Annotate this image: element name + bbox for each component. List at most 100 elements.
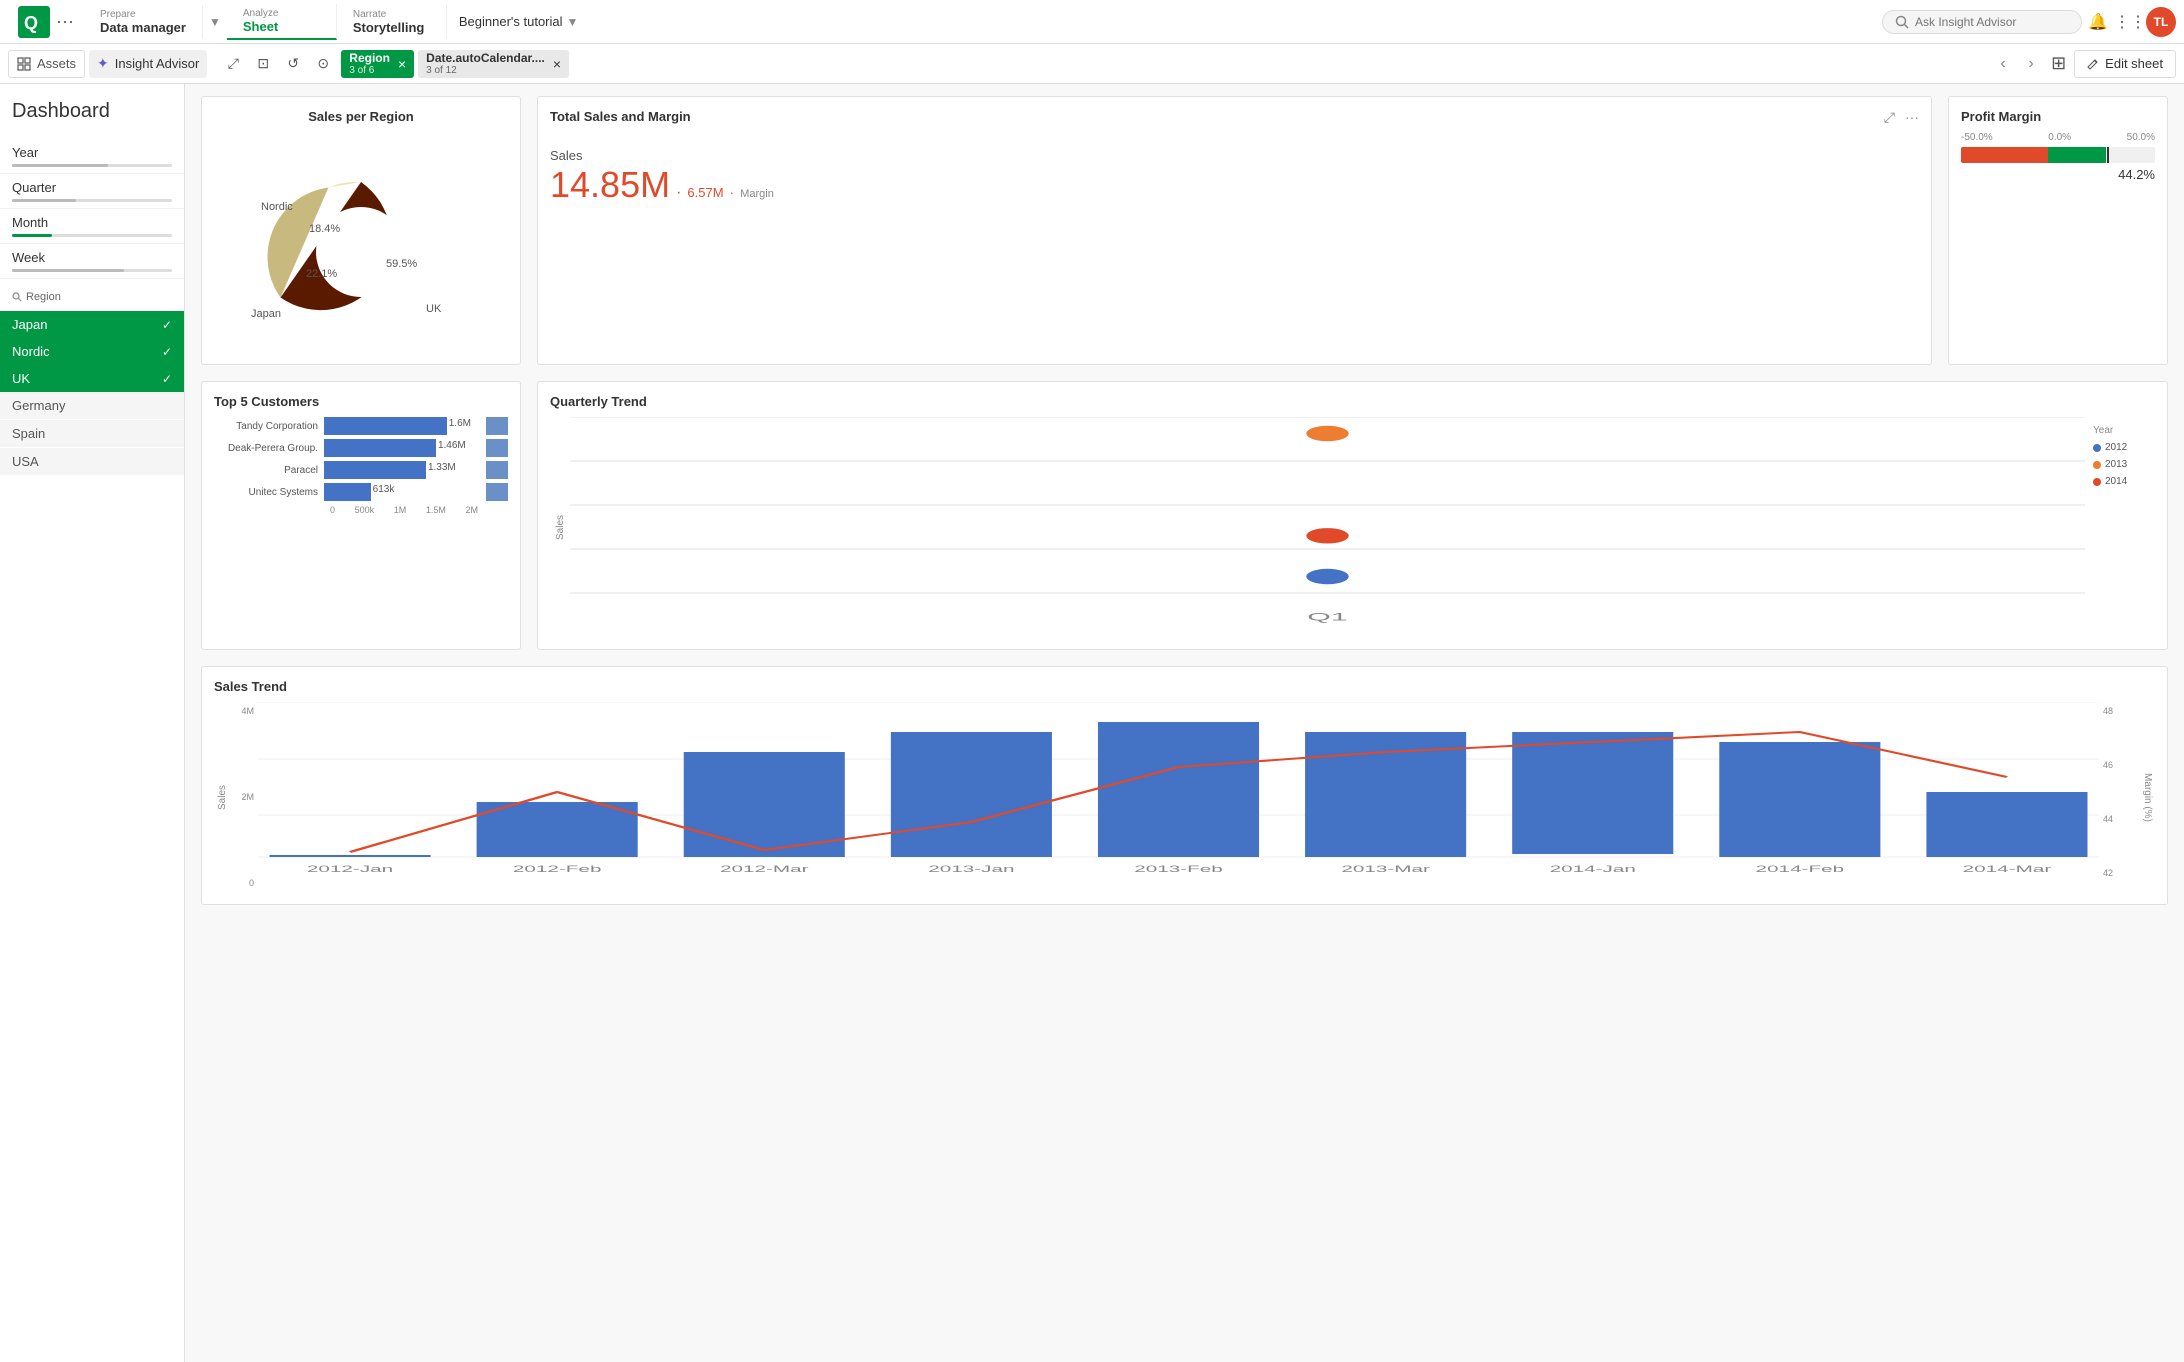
- date-filter-chip[interactable]: Date.autoCalendar.... 3 of 12 ×: [418, 50, 569, 78]
- axis-15m: 1.5M: [426, 505, 446, 515]
- region-nordic-label: Nordic: [12, 344, 50, 359]
- region-section: Region: [0, 279, 184, 311]
- tutorial-label: Beginner's tutorial: [459, 14, 563, 29]
- region-filter-chip[interactable]: Region 3 of 6 ×: [341, 50, 414, 78]
- expand-button[interactable]: ⤢: [1884, 109, 1895, 126]
- edit-sheet-button[interactable]: Edit sheet: [2074, 50, 2176, 78]
- sales-trend-card: Sales Trend Sales 4M 2M 0: [201, 666, 2168, 905]
- profit-bar-green: [2048, 147, 2106, 163]
- legend-2013-dot: [2093, 461, 2101, 469]
- quarterly-svg: 4M 4.5M 5M 5.5M 6M Q1: [570, 417, 2085, 637]
- svg-text:Japan: Japan: [251, 308, 281, 320]
- tutorial-dropdown[interactable]: Beginner's tutorial ▼: [447, 14, 591, 29]
- year-filter[interactable]: Year: [0, 139, 184, 174]
- date-filter-close[interactable]: ×: [553, 56, 561, 72]
- total-sales-header: Total Sales and Margin ⤢ ···: [550, 109, 1919, 132]
- bar-container-4: 613k: [324, 483, 478, 501]
- region-usa-label: USA: [12, 454, 39, 469]
- sales-trend-chart: Sales 4M 2M 0: [214, 702, 2155, 892]
- svg-text:2012-Jan: 2012-Jan: [307, 865, 393, 872]
- profit-label-zero: 0.0%: [2048, 132, 2071, 143]
- month-bar-fill: [12, 234, 52, 237]
- month-bar: [12, 234, 172, 237]
- insight-advisor-button[interactable]: ✦ Insight Advisor: [89, 50, 207, 78]
- total-sales-card: Total Sales and Margin ⤢ ··· Sales 14.85…: [537, 96, 1932, 365]
- quarter-filter[interactable]: Quarter: [0, 174, 184, 209]
- profit-bar: [1961, 147, 2155, 163]
- prepare-main-label: Data manager: [100, 20, 186, 35]
- legend-2012-dot: [2093, 444, 2101, 452]
- svg-text:2013-Jan: 2013-Jan: [928, 865, 1014, 872]
- undo-icon[interactable]: ↺: [279, 50, 307, 78]
- toolbar-tools: ⤢ ⊡ ↺ ⊙: [219, 50, 337, 78]
- more-options-icon[interactable]: ···: [56, 11, 74, 32]
- avatar[interactable]: TL: [2146, 7, 2176, 37]
- narrate-main-label: Storytelling: [353, 20, 430, 35]
- expand-icon[interactable]: ⤢: [219, 50, 247, 78]
- analyze-nav[interactable]: Analyze Sheet: [227, 4, 337, 40]
- left-y-axis: 4M 2M 0: [230, 702, 258, 892]
- region-uk[interactable]: UK ✓: [0, 365, 184, 392]
- svg-text:UK: UK: [426, 303, 442, 315]
- lasso-icon[interactable]: ⊙: [309, 50, 337, 78]
- quarterly-trend-card: Quarterly Trend Sales: [537, 381, 2168, 650]
- total-sales-title: Total Sales and Margin: [550, 109, 691, 124]
- prepare-nav[interactable]: Prepare Data manager: [84, 5, 203, 39]
- region-nordic[interactable]: Nordic ✓: [0, 338, 184, 365]
- prev-arrow[interactable]: ‹: [1991, 52, 2015, 76]
- svg-text:Q1: Q1: [1307, 610, 1347, 623]
- region-usa[interactable]: USA: [0, 448, 184, 475]
- svg-text:2013-Mar: 2013-Mar: [1341, 865, 1430, 872]
- quarterly-chart: Sales 4M 4.5M 5M: [550, 417, 2155, 637]
- logo[interactable]: Q ···: [8, 6, 84, 38]
- customer-name-3: Paracel: [214, 465, 324, 476]
- sales-per-region-title: Sales per Region: [308, 109, 413, 124]
- region-spain-label: Spain: [12, 426, 45, 441]
- legend-2014-dot: [2093, 478, 2101, 486]
- svg-text:Q: Q: [24, 13, 38, 33]
- year-bar-fill: [12, 164, 108, 167]
- sales-values: Sales 14.85M · 6.57M · Margin: [550, 148, 1919, 203]
- week-filter[interactable]: Week: [0, 244, 184, 279]
- search-bar[interactable]: [1882, 10, 2082, 34]
- axis-0: 0: [330, 505, 335, 515]
- svg-text:22.1%: 22.1%: [306, 268, 337, 280]
- top5-title: Top 5 Customers: [214, 394, 508, 409]
- bar-value-2: 1.46M: [438, 440, 466, 451]
- month-label: Month: [12, 215, 172, 230]
- legend-2012-label: 2012: [2105, 442, 2127, 453]
- region-japan[interactable]: Japan ✓: [0, 311, 184, 338]
- next-arrow[interactable]: ›: [2019, 52, 2043, 76]
- notifications-icon[interactable]: 🔔: [2082, 6, 2114, 38]
- narrate-nav[interactable]: Narrate Storytelling: [337, 5, 447, 39]
- customer-row-4: Unitec Systems 613k: [214, 483, 478, 501]
- region-filter-close[interactable]: ×: [398, 56, 406, 72]
- separator2: ·: [730, 184, 735, 200]
- assets-button[interactable]: Assets: [8, 50, 85, 78]
- month-filter[interactable]: Month: [0, 209, 184, 244]
- y-0: 0: [230, 878, 254, 888]
- profit-bar-red: [1961, 147, 2048, 163]
- region-germany[interactable]: Germany: [0, 392, 184, 419]
- region-section-label[interactable]: Region: [12, 287, 172, 311]
- x-axis: 0 500k 1M 1.5M 2M: [214, 505, 478, 515]
- grid-apps-icon[interactable]: ⋮⋮: [2114, 6, 2146, 38]
- sales-number-row: 14.85M · 6.57M · Margin: [550, 167, 1919, 203]
- sales-axis-label: Sales: [555, 514, 566, 539]
- grid-view-button[interactable]: ⊞: [2051, 53, 2066, 74]
- more-button[interactable]: ···: [1905, 109, 1919, 126]
- bar-fill-3: [324, 461, 426, 479]
- customer-row-3: Paracel 1.33M: [214, 461, 478, 479]
- axis-500k: 500k: [355, 505, 375, 515]
- prepare-dropdown[interactable]: ▼: [203, 11, 227, 33]
- analyze-sub-label: Analyze: [243, 8, 320, 19]
- select-icon[interactable]: ⊡: [249, 50, 277, 78]
- bar-value-3: 1.33M: [428, 462, 456, 473]
- search-input[interactable]: [1915, 15, 2055, 29]
- main-layout: Dashboard Year Quarter Month Week: [0, 84, 2184, 1362]
- righty-42: 42: [2103, 868, 2139, 878]
- region-spain[interactable]: Spain: [0, 420, 184, 447]
- customer-name-2: Deak-Perera Group.: [214, 443, 324, 454]
- sidebar: Dashboard Year Quarter Month Week: [0, 84, 185, 1362]
- bar-fill-2: [324, 439, 436, 457]
